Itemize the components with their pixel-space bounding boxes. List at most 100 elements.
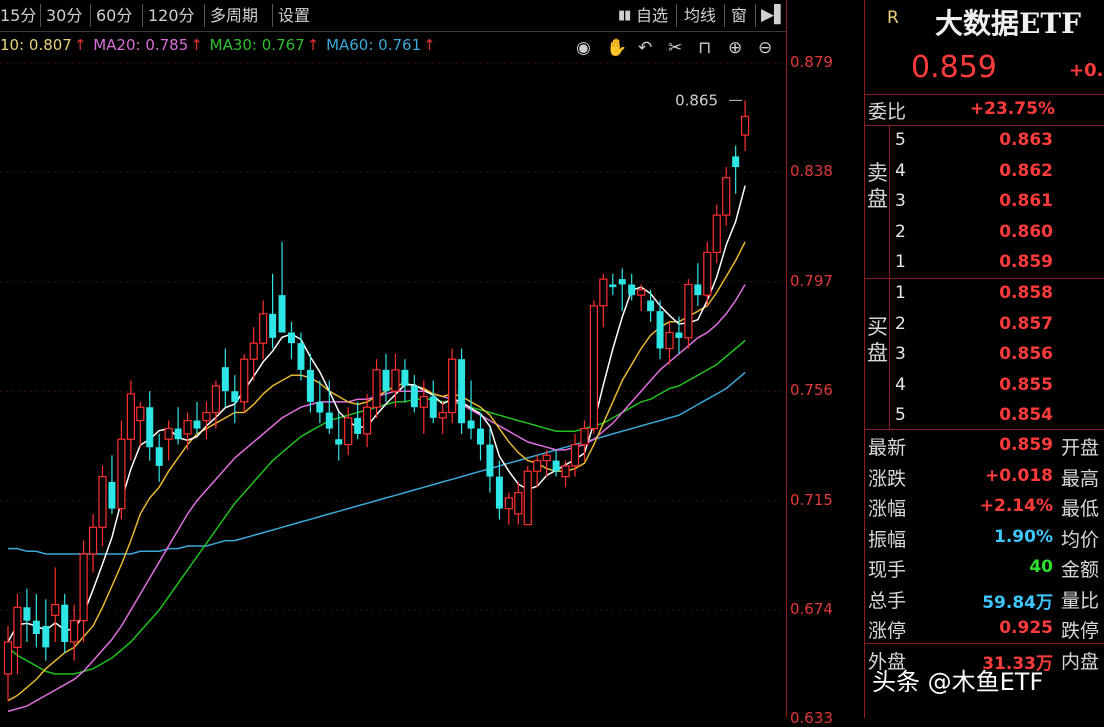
candle-body-down [609,284,617,288]
candle [23,588,31,643]
candle-body-down [429,396,437,418]
candle [183,412,192,450]
candle [429,380,437,424]
ratio-label: 委比 [868,101,907,123]
divider [865,429,1104,430]
candle-body-up [740,115,750,136]
candle-body-up [372,369,381,408]
candle [269,273,277,349]
candle-body-down [174,428,182,440]
candle [401,359,409,402]
candle-body-up [637,289,646,296]
candle-body-down [221,367,229,392]
bid-level-3: 3 [895,344,906,364]
candle-body-up [88,526,98,555]
candle-body-up [363,406,372,435]
candle-body-down [354,417,362,434]
candle [732,145,740,194]
candle [335,412,343,461]
divider [889,279,890,429]
stat-label: 现手 [868,559,907,581]
candle [514,481,523,525]
candle [42,599,50,661]
divider [724,4,725,27]
candle [202,401,211,440]
candle [486,428,494,493]
candle-body-up [665,331,674,350]
candle-body-down [108,481,116,509]
stat-label: 总手 [868,589,907,612]
candle [599,273,608,328]
stat-value: +2.14% [979,496,1053,516]
candle-body-down [335,439,343,445]
bid-level-4: 4 [895,374,906,395]
candle-body-down [410,385,418,408]
candle-body-up [211,385,220,414]
stat-label: 最新 [868,437,907,459]
candle-body-up [684,283,693,339]
tab-15min[interactable]: 15分 [0,3,36,28]
bid-level-5: 5 [895,405,906,425]
candle [51,567,60,643]
candle [316,380,324,424]
candle-body-up [391,369,400,392]
candle-body-up [136,406,145,422]
tab-60min[interactable]: 60分 [96,3,132,28]
stat-label-right: 最低 [1061,498,1100,520]
bar-icon: ▮▮ [618,8,631,23]
candle [438,401,447,434]
candle-body-up [570,443,580,467]
candle-body-down [316,401,324,413]
candle [665,321,674,365]
candle-body-down [628,284,636,296]
candle-body-up [533,459,542,472]
stat-label-right: 最高 [1061,467,1100,490]
candle [13,593,22,675]
bid-price: 0.855 [999,374,1053,395]
y-tick-label: 0.797 [790,271,833,290]
candle-body-up [419,395,428,408]
candle [288,321,295,360]
candle-body-up [98,475,107,528]
candle [32,593,40,648]
candle [495,460,503,520]
bid-price: 0.858 [999,283,1053,303]
candle-body-up [126,393,135,440]
ma-button[interactable]: 均线 [684,3,716,28]
candle [391,353,400,408]
candle [561,460,570,488]
candle [647,289,655,322]
period-toolbar: 15分 30分 60分 120分 多周期 设置 ▮▮ 自选 均线 窗 ▶▌ [0,0,787,32]
candle [136,401,145,448]
candle [146,391,154,461]
candle-body-down [193,420,201,429]
stat-label-right: 量比 [1061,589,1100,612]
tab-settings[interactable]: 设置 [278,3,310,28]
panel-toggle-icon[interactable]: ▶▌ [761,3,787,28]
candle [164,420,173,461]
candle [278,241,286,333]
y-tick-label: 0.838 [790,162,833,181]
tab-multi-period[interactable]: 多周期 [210,3,258,28]
stat-label: 涨跌 [868,467,907,490]
candle [174,407,182,445]
candle [410,375,418,413]
watchlist-button[interactable]: 自选 [636,3,668,28]
y-axis-divider [786,0,787,718]
window-button[interactable]: 窗 [731,3,747,28]
buy-side-label: 买盘 [867,315,888,365]
candle-body-up [589,305,599,430]
candle-body-down [732,156,740,168]
candlestick-chart[interactable]: 0.865 [0,32,786,718]
candle-body-down [325,412,333,429]
ask-level-4: 4 [895,160,906,181]
stat-value: +0.018 [984,465,1053,486]
candle-body-up [438,411,447,419]
tab-30min[interactable]: 30分 [46,3,82,28]
candle [231,375,239,424]
candle [609,273,617,296]
ask-price: 0.862 [999,160,1053,181]
tab-120min[interactable]: 120分 [148,3,195,28]
candle [61,593,69,653]
candle [458,348,466,434]
